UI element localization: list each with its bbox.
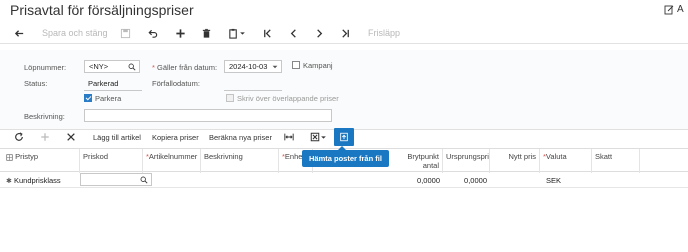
cell-ursprungspris[interactable]: 0,0000 <box>443 172 490 188</box>
parkera-checkbox[interactable] <box>84 94 92 102</box>
fit-columns-button[interactable] <box>284 128 294 146</box>
notes-link[interactable]: A <box>664 4 684 15</box>
page-title: Prisavtal för försäljningspriser <box>10 2 194 18</box>
delete-row-button[interactable] <box>66 128 76 146</box>
add-article-button[interactable]: Lägg till artikel <box>93 128 141 146</box>
refresh-icon <box>15 132 23 141</box>
lopnummer-label: Löpnummer: <box>24 63 67 72</box>
row-selector-icon <box>6 153 13 161</box>
forfallodatum-underline <box>224 90 282 91</box>
cell-skatt[interactable] <box>592 172 640 188</box>
arrow-left-icon <box>14 29 24 37</box>
upload-from-file-button[interactable] <box>334 128 354 146</box>
chevron-left-icon <box>290 28 296 38</box>
skip-first-icon <box>264 28 271 38</box>
cell-enhet[interactable] <box>279 172 313 188</box>
status-label: Status: <box>24 79 48 88</box>
table-row[interactable]: ✱ Kundprisklass 0,0000 0,0000 SEK <box>0 172 688 188</box>
skriv-over-checkbox[interactable] <box>226 94 234 102</box>
beskrivning-input[interactable] <box>84 109 332 122</box>
edit-note-icon <box>664 5 674 14</box>
plus-icon <box>41 133 49 141</box>
back-button[interactable] <box>14 22 25 44</box>
caret-down-icon[interactable] <box>272 64 278 70</box>
new-row-marker-icon: ✱ <box>6 178 12 185</box>
galler-fran-date-input[interactable]: 2024-10-03 <box>224 60 282 73</box>
plus-icon <box>176 28 185 38</box>
skriv-over-label: Skriv över överlappande priser <box>237 94 339 103</box>
cell-beskrivning[interactable] <box>201 172 279 188</box>
copy-prices-button[interactable]: Kopiera priser <box>152 128 199 146</box>
chevron-right-icon <box>317 28 323 38</box>
column-header-brytpunkt-antal[interactable]: Brytpunkt antal <box>389 149 443 173</box>
priskod-input[interactable] <box>80 173 152 186</box>
main-toolbar: Spara och stäng Frisläpp <box>0 22 688 44</box>
status-underline <box>84 90 142 91</box>
cell-valuta[interactable]: SEK <box>543 172 592 188</box>
upload-tooltip: Hämta poster från fil <box>302 146 389 167</box>
lopnummer-value: <NY> <box>89 62 109 71</box>
clipboard-menu-button[interactable] <box>228 22 246 44</box>
close-icon <box>67 133 75 141</box>
cell-brytpunkt[interactable]: 0,0000 <box>389 172 443 188</box>
cell-nytt-pris[interactable] <box>490 172 540 188</box>
last-record-button[interactable] <box>340 22 351 44</box>
caret-down-icon <box>321 135 326 139</box>
lopnummer-input[interactable]: <NY> <box>84 60 140 73</box>
column-header-valuta[interactable]: *Valuta <box>540 149 592 173</box>
parkera-label: Parkera <box>95 94 122 103</box>
delete-button[interactable] <box>201 22 212 44</box>
search-icon[interactable] <box>140 176 148 184</box>
beskrivning-label: Beskrivning: <box>24 112 65 121</box>
upload-icon <box>340 132 348 142</box>
floppy-disk-icon <box>120 28 131 38</box>
refresh-button[interactable] <box>14 128 24 146</box>
previous-record-button[interactable] <box>288 22 299 44</box>
column-header-beskrivning[interactable]: Beskrivning <box>201 149 279 173</box>
save-button[interactable] <box>120 22 131 44</box>
calculate-new-prices-button[interactable]: Beräkna nya priser <box>209 128 272 146</box>
clipboard-icon <box>229 28 237 39</box>
fit-width-icon <box>284 133 294 141</box>
excel-icon <box>310 132 320 142</box>
caret-down-icon <box>240 31 245 35</box>
column-header-priskod[interactable]: Priskod <box>80 149 143 173</box>
skip-last-icon <box>342 28 349 38</box>
column-header-pristyp[interactable]: Pristyp <box>0 149 80 173</box>
add-button[interactable] <box>175 22 186 44</box>
notes-label: A <box>677 4 684 15</box>
column-header-nytt-pris[interactable]: Nytt pris <box>490 149 540 173</box>
export-excel-menu-button[interactable] <box>310 128 327 146</box>
trash-icon <box>202 28 211 38</box>
grid-toolbar: Lägg till artikel Kopiera priser Beräkna… <box>0 128 688 148</box>
kampanj-label: Kampanj <box>303 61 333 70</box>
status-value: Parkerad <box>88 79 119 88</box>
galler-fran-label: * Gäller från datum: <box>152 63 218 72</box>
undo-button[interactable] <box>147 22 158 44</box>
undo-icon <box>148 29 158 38</box>
column-header-artikelnummer[interactable]: *Artikelnummer <box>143 149 201 173</box>
forfallodatum-label: Förfallodatum: <box>152 79 200 88</box>
kampanj-checkbox[interactable] <box>292 61 300 69</box>
column-header-skatt[interactable]: Skatt <box>592 149 640 173</box>
summary-form: Löpnummer: <NY> * Gäller från datum: 202… <box>0 50 688 130</box>
first-record-button[interactable] <box>262 22 273 44</box>
search-icon[interactable] <box>128 63 136 71</box>
next-record-button[interactable] <box>314 22 325 44</box>
cell-artikelnummer[interactable] <box>152 172 201 188</box>
release-button[interactable]: Frisläpp <box>368 22 400 44</box>
galler-fran-value: 2024-10-03 <box>229 62 268 71</box>
cell-pristyp[interactable]: ✱ Kundprisklass <box>0 172 80 188</box>
add-row-button[interactable] <box>40 128 50 146</box>
save-close-button[interactable]: Spara och stäng <box>42 22 108 44</box>
column-header-ursprungspris[interactable]: Ursprungspris <box>443 149 490 173</box>
